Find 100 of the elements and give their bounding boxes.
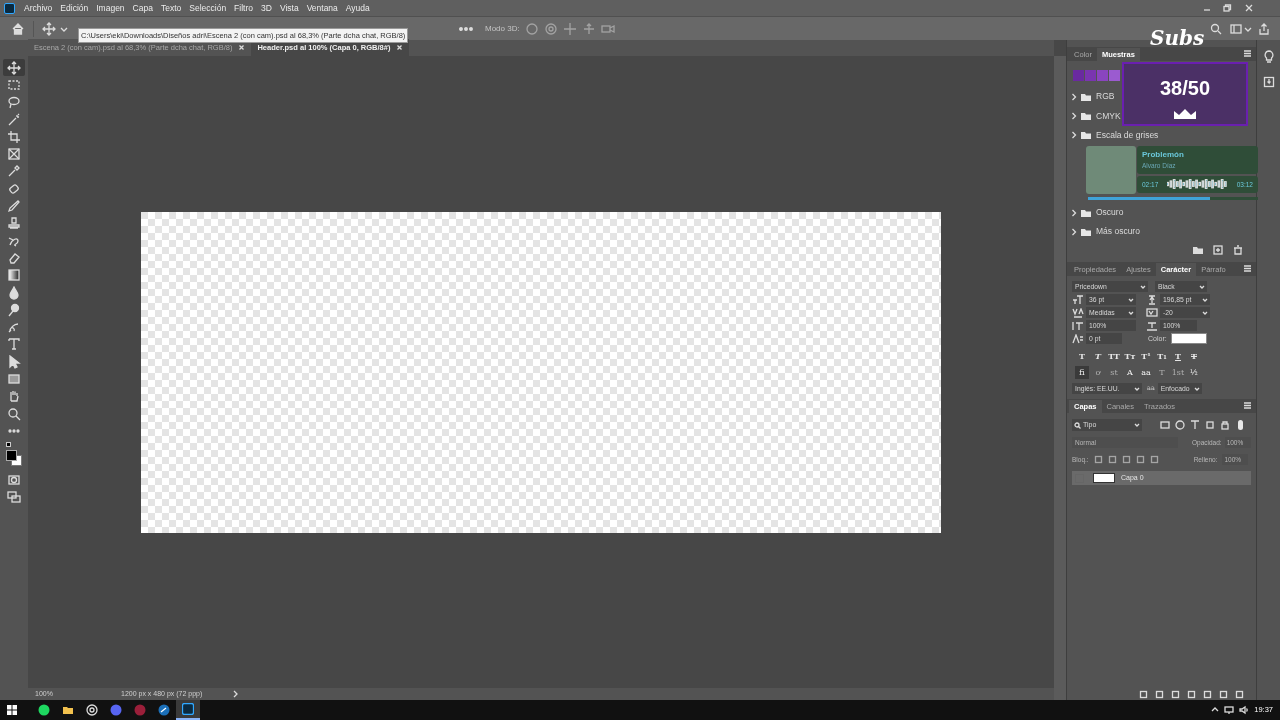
opentype-button[interactable]: aa [1139,366,1153,380]
caret-icon[interactable] [1211,706,1220,714]
blur-icon [7,285,21,300]
chevron-icon[interactable] [1071,208,1077,217]
rectangle-icon [7,372,21,386]
opentype-button[interactable]: ½ [1187,366,1201,380]
caret-icon[interactable] [1202,297,1208,303]
color-swatch[interactable] [1085,70,1096,81]
more-icon[interactable] [459,25,473,32]
caret-icon[interactable] [1128,297,1134,303]
start-icon[interactable] [6,704,18,716]
workspace-icon[interactable] [1230,22,1242,35]
text-style-button[interactable]: T [1075,350,1089,363]
healing-icon [7,181,21,196]
text-style-button[interactable]: T [1091,350,1105,363]
shape-filter-icon[interactable] [1205,420,1215,431]
search-icon [1074,422,1081,429]
swatch-group[interactable]: RGB [1096,90,1115,103]
menu-item[interactable]: Vista [275,1,303,15]
panel-menu-icon[interactable] [1243,401,1252,411]
text-style-button[interactable]: T₁ [1155,350,1169,363]
text-style-button[interactable]: Tт [1123,350,1137,363]
lasso-icon [7,95,21,110]
close-icon[interactable] [1244,3,1254,13]
album-art-placeholder [1086,145,1136,194]
volume-icon[interactable] [1239,705,1250,715]
lightbulb-icon[interactable] [1262,50,1275,64]
text-style-button[interactable]: T [1187,350,1201,363]
opentype-button[interactable]: A [1123,366,1137,380]
subs-title: Subs [1150,28,1205,48]
menu-item[interactable]: Capa [128,1,157,15]
caret-icon[interactable] [1134,386,1140,392]
game-launcher-icon [158,704,170,716]
track-title: Problemón [1142,149,1185,161]
select-icon [7,354,21,369]
caret-icon[interactable] [1193,386,1200,392]
network-icon[interactable] [1224,705,1235,715]
text-style-button[interactable]: TT [1107,350,1121,363]
caret-icon[interactable] [1199,284,1205,290]
menu-item[interactable]: Imagen [92,1,129,15]
text-style-button[interactable]: T¹ [1139,350,1153,363]
color-swatch[interactable] [1109,70,1120,81]
text-tool-icon [7,337,21,352]
search-icon[interactable] [1210,22,1222,35]
folder-icon [1080,207,1092,218]
folder-icon [62,704,74,716]
chat-app-icon [110,704,122,716]
chevron-icon[interactable] [1071,92,1077,101]
gradient-icon [7,268,21,283]
opentype-button[interactable]: fi [1075,366,1089,380]
stamp-icon [7,216,21,231]
chevron-icon[interactable] [1071,131,1077,140]
font-size-icon [1072,295,1084,305]
close-icon[interactable] [396,44,404,51]
menu-item[interactable]: Filtro [230,1,257,15]
panel-menu-icon[interactable] [1243,49,1252,58]
folder-icon [1080,110,1092,121]
caret-icon[interactable] [1128,310,1134,316]
menu-item[interactable]: Archivo [20,1,57,15]
caret-icon[interactable] [1202,310,1208,316]
app-icon [134,704,146,716]
chevron-icon[interactable] [1071,111,1077,120]
caret-icon [1134,422,1140,429]
menu-item[interactable]: Ventana [302,1,342,15]
text-style-button[interactable]: T [1171,350,1185,363]
frame-icon [7,147,21,162]
chevron-icon[interactable] [1071,227,1077,236]
home-icon[interactable] [11,21,25,36]
menu-item[interactable]: Selección [185,1,231,15]
swatch-group[interactable]: Escala de grises [1096,128,1159,142]
menu-item[interactable]: Edición [56,1,93,15]
share-icon[interactable] [1258,22,1270,35]
taskbar-app[interactable] [176,700,200,720]
smart-object-filter-icon[interactable] [1220,420,1230,431]
swatch-group[interactable]: CMYK [1096,109,1121,123]
move-icon[interactable] [42,21,56,36]
close-icon[interactable] [238,44,246,51]
new-swatch-icon[interactable] [1212,245,1224,256]
menu-item[interactable]: 3D [257,1,276,15]
pen-icon [7,320,21,335]
filter-toggle[interactable] [1238,420,1243,431]
text-color-swatch[interactable] [1170,333,1207,345]
menu-item[interactable]: Texto [156,1,186,15]
tracking-icon [1146,308,1158,318]
caret-icon[interactable] [1140,284,1146,290]
adjustment-filter-icon[interactable] [1175,420,1185,431]
dodge-icon [7,302,21,317]
folder-icon [1080,226,1092,237]
subs-count: 38/50 [1159,78,1211,98]
menu-item[interactable]: Ayuda [341,1,374,15]
tool-button[interactable] [3,59,25,77]
swatch-group[interactable]: Más oscuro [1096,225,1140,239]
panel-menu-icon[interactable] [1243,264,1252,274]
color-swatch[interactable] [1073,70,1084,81]
restore-icon[interactable] [1222,3,1232,13]
type-filter-icon[interactable] [1190,420,1200,431]
pixel-filter-icon[interactable] [1160,420,1170,431]
swatch-group[interactable]: Oscuro [1096,206,1124,219]
learn-icon[interactable] [1262,76,1275,88]
color-swatch[interactable] [1097,70,1108,81]
